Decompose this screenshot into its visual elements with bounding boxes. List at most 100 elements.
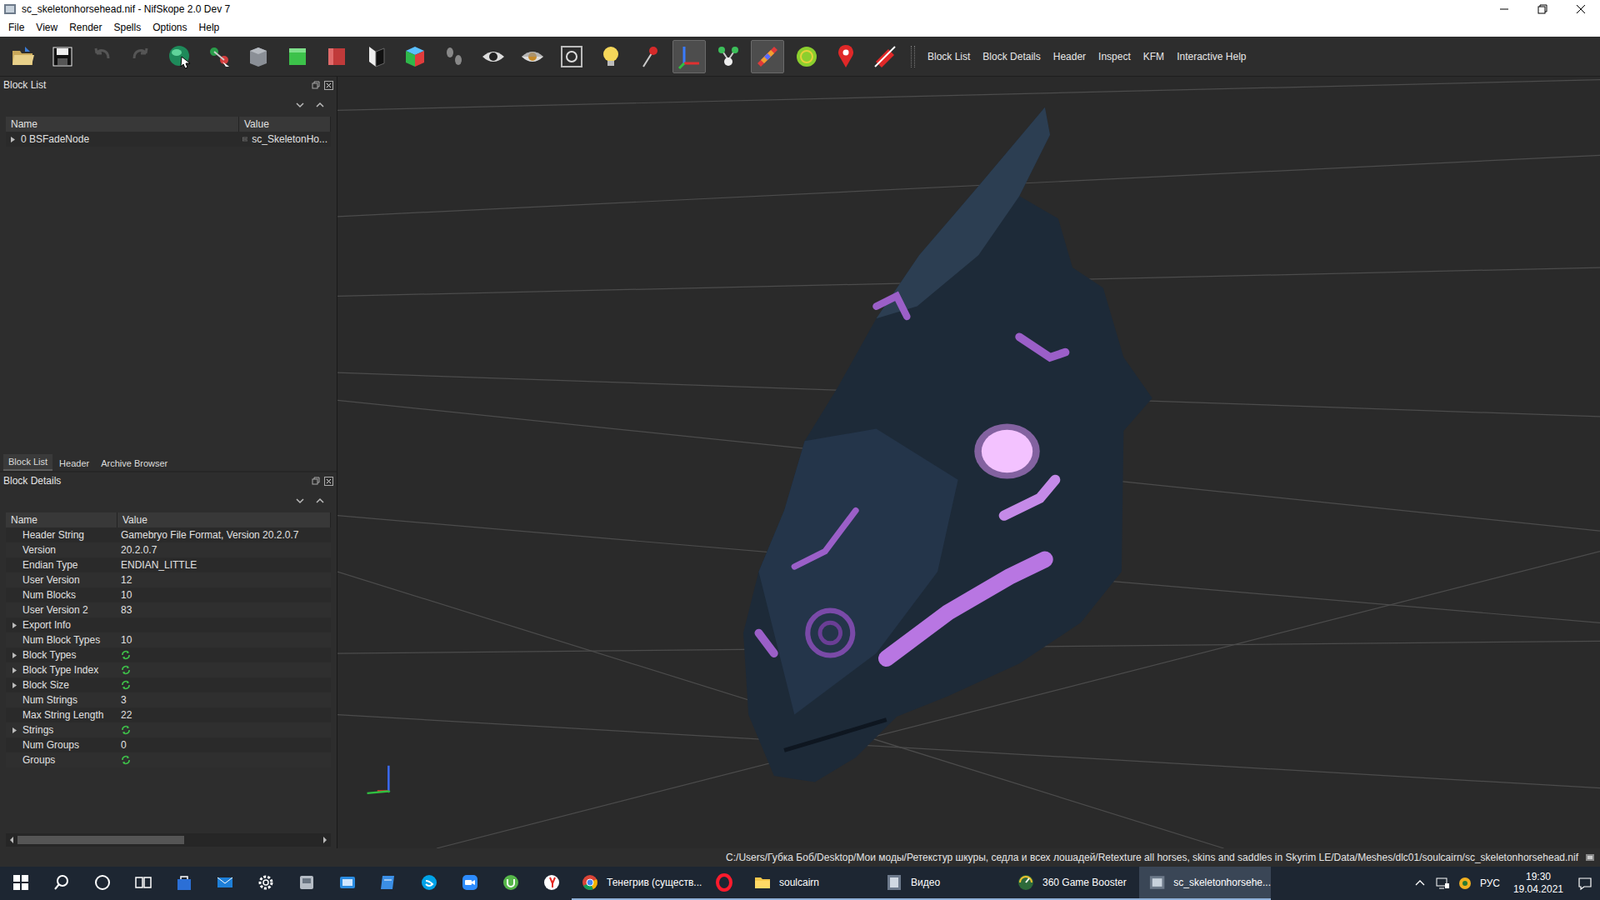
menu-item[interactable]: Options (146, 20, 193, 35)
table-row[interactable]: Num Strings3 (5, 692, 331, 708)
toolbar-link[interactable]: Header (1050, 49, 1090, 65)
table-row[interactable]: Export Info (5, 617, 331, 633)
expand-arrow-icon[interactable] (10, 726, 19, 735)
expand-all-icon[interactable] (295, 495, 305, 506)
taskbar-item[interactable] (408, 866, 450, 900)
taskbar-item[interactable] (530, 866, 572, 900)
taskbar-item[interactable] (122, 866, 164, 900)
splitter[interactable] (0, 470, 337, 473)
notifications-icon[interactable] (1576, 875, 1594, 892)
toolbar-link[interactable]: KFM (1140, 49, 1168, 65)
taskbar-item[interactable]: Тенегрив (существ... (571, 866, 704, 900)
toolbar-button[interactable] (750, 40, 785, 74)
toolbar-button[interactable] (829, 40, 863, 74)
tray-app-icon[interactable] (1458, 876, 1472, 890)
taskbar-item[interactable] (245, 866, 286, 900)
refresh-icon[interactable] (120, 725, 131, 735)
toolbar-button[interactable] (85, 40, 119, 74)
taskbar-item[interactable] (204, 866, 245, 900)
table-row[interactable]: User Version 283 (5, 602, 331, 618)
minimize-icon[interactable] (1485, 0, 1524, 19)
input-language[interactable]: РУС (1480, 877, 1500, 890)
dock-tab[interactable]: Header (54, 455, 95, 471)
taskbar-item[interactable]: soulcairn (744, 866, 876, 900)
toolbar-button[interactable] (124, 40, 158, 74)
taskbar-item[interactable]: 360 Game Booster (1007, 866, 1140, 900)
table-row[interactable]: User Version12 (5, 572, 331, 588)
horizontal-scrollbar[interactable] (5, 833, 331, 847)
column-header[interactable]: Name (5, 116, 240, 132)
float-icon[interactable] (311, 80, 321, 90)
table-row[interactable]: 0 BSFadeNodesc_SkeletonHo... (5, 131, 331, 147)
refresh-icon[interactable] (120, 755, 131, 765)
table-row[interactable]: Version20.2.0.7 (5, 542, 331, 558)
refresh-icon[interactable] (120, 650, 131, 660)
toolbar-button[interactable] (163, 40, 197, 74)
float-icon[interactable] (311, 476, 321, 486)
close-icon[interactable] (1561, 0, 1600, 19)
table-row[interactable]: Header StringGamebryo File Format, Versi… (5, 527, 331, 543)
table-row[interactable]: Block Size (5, 677, 331, 693)
toolbar-link[interactable]: Block Details (979, 49, 1044, 65)
collapse-all-icon[interactable] (315, 100, 325, 110)
column-header[interactable]: Value (239, 116, 331, 132)
close-icon[interactable] (324, 80, 334, 90)
taskbar-item[interactable]: Видео (875, 866, 1008, 900)
menu-item[interactable]: View (30, 20, 64, 35)
expand-arrow-icon[interactable] (9, 135, 17, 144)
expand-arrow-icon[interactable] (10, 651, 19, 660)
menu-item[interactable]: Help (193, 20, 226, 35)
expand-arrow-icon[interactable] (10, 621, 19, 630)
table-row[interactable]: Max String Length22 (5, 707, 331, 723)
taskbar-item[interactable] (326, 866, 368, 900)
expand-arrow-icon[interactable] (10, 666, 19, 675)
collapse-all-icon[interactable] (315, 495, 325, 506)
toolbar-link[interactable]: Inspect (1095, 49, 1135, 65)
table-row[interactable]: Groups (5, 752, 331, 768)
taskbar-item[interactable] (703, 866, 745, 900)
refresh-icon[interactable] (120, 665, 131, 675)
toolbar-handle[interactable] (910, 45, 915, 68)
toolbar-button[interactable] (711, 40, 745, 74)
taskbar-item[interactable] (367, 866, 409, 900)
chevron-up-icon[interactable] (1413, 876, 1427, 890)
size-grip-icon[interactable] (1585, 852, 1595, 863)
toolbar-button[interactable] (280, 40, 315, 74)
menu-item[interactable]: File (2, 20, 30, 35)
scroll-right-icon[interactable] (319, 834, 331, 846)
taskbar-item[interactable] (449, 866, 490, 900)
expand-arrow-icon[interactable] (10, 681, 19, 690)
clock[interactable]: 19:3019.04.2021 (1508, 870, 1569, 896)
toolbar-button[interactable] (476, 40, 510, 74)
table-row[interactable]: Num Groups0 (5, 737, 331, 753)
toolbar-button[interactable] (320, 40, 354, 74)
menu-item[interactable]: Spells (108, 20, 148, 35)
toolbar-button[interactable] (45, 40, 80, 74)
toolbar-button[interactable] (515, 40, 550, 74)
toolbar-button[interactable] (555, 40, 589, 74)
table-row[interactable]: Endian TypeENDIAN_LITTLE (5, 557, 331, 573)
dock-tab[interactable]: Block List (3, 454, 53, 471)
taskbar-item[interactable] (163, 866, 205, 900)
scroll-thumb[interactable] (17, 835, 185, 845)
dock-tab[interactable]: Archive Browser (95, 455, 173, 471)
taskbar-item[interactable] (0, 866, 41, 900)
expand-all-icon[interactable] (295, 100, 305, 110)
3d-viewport[interactable] (337, 76, 1600, 849)
taskbar-item[interactable] (81, 866, 123, 900)
restore-icon[interactable] (1523, 0, 1562, 19)
toolbar-button[interactable] (633, 40, 667, 74)
close-icon[interactable] (324, 476, 334, 486)
taskbar-item[interactable]: sc_skeletonhorsehe... (1139, 866, 1271, 900)
toolbar-link[interactable]: Block List (924, 49, 974, 65)
refresh-icon[interactable] (120, 680, 131, 690)
toolbar-button[interactable] (6, 40, 40, 74)
column-header[interactable]: Name (5, 512, 118, 528)
scroll-left-icon[interactable] (5, 834, 18, 846)
scroll-track[interactable] (17, 835, 320, 845)
toolbar-button[interactable] (202, 40, 236, 74)
toolbar-button[interactable] (437, 40, 471, 74)
toolbar-button[interactable] (359, 40, 393, 74)
table-row[interactable]: Num Blocks10 (5, 587, 331, 603)
network-icon[interactable] (1435, 876, 1450, 890)
